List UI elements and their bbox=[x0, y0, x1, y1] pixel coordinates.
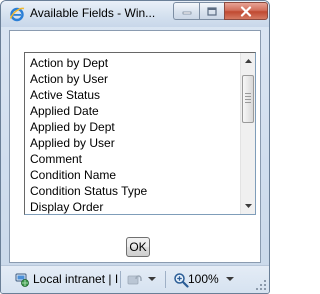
minimize-icon bbox=[182, 11, 191, 15]
arrow-up-icon bbox=[244, 59, 252, 63]
arrow-down-icon bbox=[244, 204, 252, 208]
list-item[interactable]: Comment bbox=[30, 151, 235, 167]
status-separator bbox=[120, 271, 121, 288]
chevron-down-icon[interactable] bbox=[226, 277, 234, 281]
protected-mode-button[interactable] bbox=[125, 271, 145, 288]
security-zone-label[interactable]: Local intranet | I bbox=[33, 272, 118, 286]
scroll-up-button[interactable] bbox=[241, 53, 255, 69]
protected-mode-icon bbox=[127, 274, 142, 284]
minimize-button[interactable] bbox=[173, 2, 199, 20]
list-item[interactable]: Condition Name bbox=[30, 167, 235, 183]
status-separator bbox=[165, 271, 166, 288]
list-item[interactable]: Action by Dept bbox=[30, 55, 235, 71]
zoom-icon[interactable] bbox=[173, 272, 189, 288]
close-button[interactable] bbox=[224, 2, 268, 20]
dialog-content: Action by Dept Action by User Active Sta… bbox=[9, 30, 261, 263]
dialog-window: Available Fields - Win... Action by Dept… bbox=[0, 0, 270, 294]
maximize-icon bbox=[207, 6, 217, 16]
local-intranet-icon bbox=[15, 273, 29, 287]
list-item[interactable]: Applied by Dept bbox=[30, 119, 235, 135]
title-bar[interactable]: Available Fields - Win... bbox=[1, 1, 269, 27]
scroll-down-button[interactable] bbox=[241, 198, 255, 214]
maximize-button[interactable] bbox=[199, 2, 224, 20]
zoom-level[interactable]: 100% bbox=[188, 272, 219, 286]
list-item[interactable]: Active Status bbox=[30, 87, 235, 103]
internet-explorer-icon bbox=[9, 7, 25, 22]
grip-icon bbox=[245, 93, 251, 103]
list-item[interactable]: Applied by User bbox=[30, 135, 235, 151]
close-icon bbox=[240, 5, 252, 17]
list-item[interactable]: Applied Date bbox=[30, 103, 235, 119]
chevron-down-icon[interactable] bbox=[148, 277, 156, 281]
resize-grip-icon[interactable] bbox=[255, 279, 267, 291]
window-title: Available Fields - Win... bbox=[30, 6, 156, 20]
list-item[interactable]: Action by User bbox=[30, 71, 235, 87]
list-item[interactable]: Condition Status Type bbox=[30, 183, 235, 199]
window-controls bbox=[173, 2, 268, 20]
list-items: Action by Dept Action by User Active Sta… bbox=[30, 55, 235, 215]
available-fields-listbox[interactable]: Action by Dept Action by User Active Sta… bbox=[24, 52, 256, 215]
scrollbar-thumb[interactable] bbox=[242, 75, 254, 123]
list-item[interactable]: Display Order bbox=[30, 199, 235, 215]
status-bar: Local intranet | I 100% bbox=[1, 265, 269, 293]
ok-button[interactable]: OK bbox=[126, 237, 150, 257]
vertical-scrollbar[interactable] bbox=[240, 53, 255, 214]
